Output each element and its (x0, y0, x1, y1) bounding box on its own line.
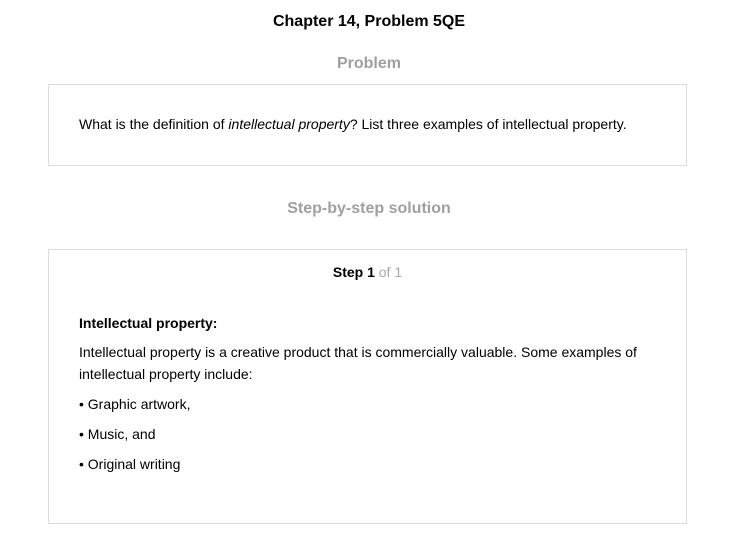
step-indicator: Step 1 of 1 (49, 263, 686, 281)
problem-heading: Problem (336, 55, 401, 72)
list-item: • Graphic artwork, (79, 396, 191, 412)
problem-text-before: What is the definition of (79, 116, 229, 132)
step-body: Intellectual property: Intellectual prop… (79, 312, 659, 483)
list-item: • Music, and (79, 426, 156, 442)
page-title: Chapter 14, Problem 5QE (272, 13, 466, 30)
problem-text-after: ? List three examples of intellectual pr… (349, 116, 627, 132)
step-paragraph: Intellectual property is a creative prod… (79, 344, 637, 382)
problem-card: What is the definition of intellectual p… (48, 84, 687, 166)
step-count: of 1 (374, 264, 403, 280)
solution-heading: Step-by-step solution (287, 200, 451, 217)
examples-list: • Graphic artwork, • Music, and • Origin… (79, 393, 659, 475)
problem-text-italic: intellectual property (228, 116, 350, 132)
solution-card: Step 1 of 1 Intellectual property: Intel… (48, 249, 687, 524)
step-label: Step 1 (332, 264, 375, 280)
problem-text: What is the definition of intellectual p… (79, 115, 627, 133)
list-item: • Original writing (79, 456, 181, 472)
step-subheading: Intellectual property: (79, 315, 218, 331)
